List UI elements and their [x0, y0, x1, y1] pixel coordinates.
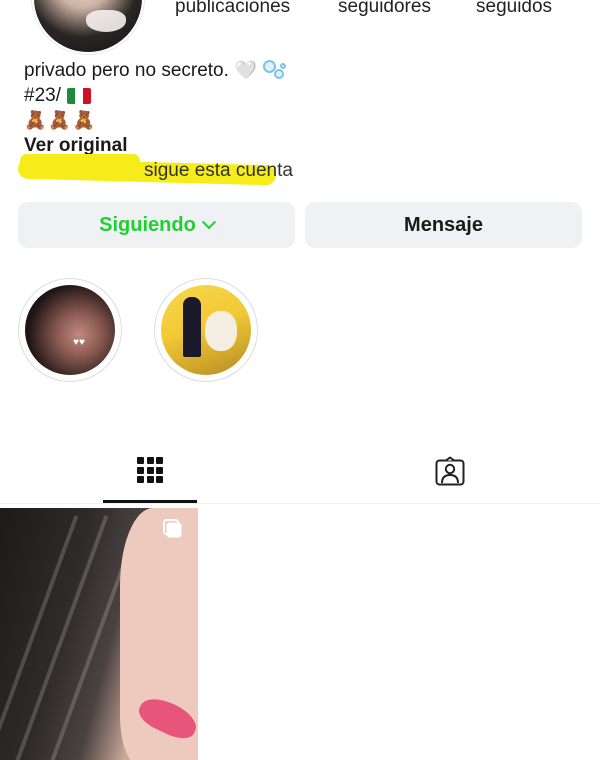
tagged-person-icon	[435, 456, 465, 486]
teddy-bear-icons: 🧸🧸🧸	[24, 110, 98, 130]
multiple-posts-icon	[163, 519, 182, 538]
message-button-label: Mensaje	[404, 213, 483, 236]
white-heart-icon: 🤍	[234, 60, 258, 80]
bio-line-2: #23/	[24, 83, 293, 108]
mexico-flag-icon	[66, 87, 91, 104]
followed-by-label: sigue esta cuenta	[144, 160, 293, 181]
bio-hashtag[interactable]: #23/	[24, 83, 61, 108]
highlight-cover-image	[25, 285, 115, 375]
profile-stats: publicaciones seguidores seguidos	[0, 0, 600, 20]
following-button[interactable]: Siguiendo	[18, 202, 295, 248]
following-label[interactable]: seguidos	[476, 0, 552, 18]
posts-count-label[interactable]: publicaciones	[175, 0, 290, 18]
story-highlight[interactable]	[154, 278, 258, 382]
profile-bio: privado pero no secreto. 🤍 #23/ 🧸🧸🧸 Ver …	[17, 58, 293, 186]
message-button[interactable]: Mensaje	[305, 202, 582, 248]
tab-posts-grid[interactable]	[103, 440, 197, 503]
post-thumbnail[interactable]	[0, 508, 198, 760]
tab-tagged[interactable]	[403, 440, 497, 504]
bio-text: privado pero no secreto.	[24, 60, 229, 81]
bio-line-1: privado pero no secreto. 🤍	[24, 58, 293, 83]
chevron-down-icon	[201, 215, 216, 230]
profile-tabs	[0, 440, 600, 504]
followers-label[interactable]: seguidores	[338, 0, 431, 18]
highlight-cover-image	[161, 285, 251, 375]
bubbles-icon	[263, 59, 289, 82]
story-highlight[interactable]	[18, 278, 122, 382]
following-button-label: Siguiendo	[99, 213, 196, 236]
grid-icon	[137, 457, 163, 483]
followed-by-text[interactable]: sigue esta cuenta	[17, 154, 293, 186]
